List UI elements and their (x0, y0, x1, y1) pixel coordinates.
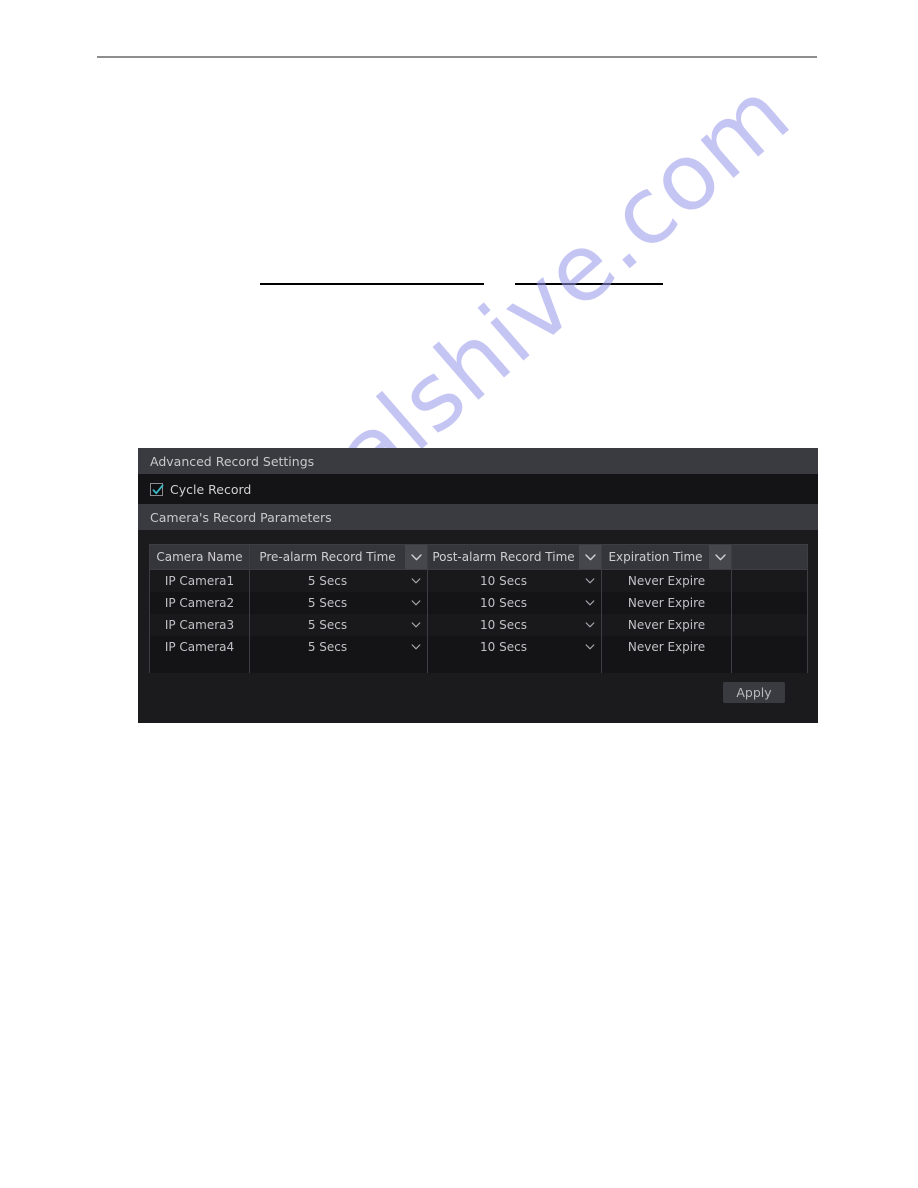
chevron-down-icon (714, 553, 726, 560)
post-alarm-header-dropdown-button[interactable] (579, 545, 601, 569)
column-header-pre-alarm-record-time: Pre-alarm Record Time (249, 544, 428, 570)
cell-spacer (731, 569, 808, 592)
cell-post-alarm[interactable]: 10 Secs (427, 592, 602, 614)
apply-button[interactable]: Apply (723, 682, 785, 703)
chevron-down-icon (411, 644, 421, 650)
table-row: IP Camera3 5 Secs 10 Secs Never Expire (149, 614, 808, 636)
pre-alarm-row-dropdown-button[interactable] (405, 622, 427, 628)
redaction-underline-2 (515, 283, 663, 285)
post-alarm-row-dropdown-button[interactable] (579, 600, 601, 606)
dialog-footer: Apply (138, 673, 818, 723)
expiration-header-dropdown-button[interactable] (709, 545, 731, 569)
table-row: IP Camera2 5 Secs 10 Secs Never Expire (149, 592, 808, 614)
camera-record-parameters-bar: Camera's Record Parameters (138, 504, 818, 530)
chevron-down-icon (585, 622, 595, 628)
cell-camera-name: IP Camera4 (149, 636, 250, 658)
cell-spacer (731, 592, 808, 614)
cell-post-alarm[interactable]: 10 Secs (427, 569, 602, 592)
cell-post-alarm-value: 10 Secs (480, 596, 527, 610)
camera-parameters-table: Camera Name Pre-alarm Record Time Post-a… (149, 544, 808, 679)
column-header-camera-name: Camera Name (149, 544, 250, 570)
chevron-down-icon (411, 600, 421, 606)
document-page: manualshive.com Advanced Record Settings… (0, 0, 918, 1188)
cell-pre-alarm-value: 5 Secs (307, 640, 348, 654)
cell-pre-alarm-value: 5 Secs (307, 574, 348, 588)
chevron-down-icon (411, 622, 421, 628)
chevron-down-icon (585, 600, 595, 606)
cell-expiration[interactable]: Never Expire (601, 592, 732, 614)
redaction-underline-1 (260, 283, 484, 285)
checkmark-icon (152, 484, 164, 494)
chevron-down-icon (585, 578, 595, 584)
cell-expiration[interactable]: Never Expire (601, 636, 732, 658)
cell-expiration[interactable]: Never Expire (601, 569, 732, 592)
cell-post-alarm[interactable]: 10 Secs (427, 614, 602, 636)
table-header-row: Camera Name Pre-alarm Record Time Post-a… (149, 544, 808, 570)
post-alarm-row-dropdown-button[interactable] (579, 578, 601, 584)
advanced-record-settings-dialog: Advanced Record Settings Cycle Record Ca… (138, 448, 818, 723)
post-alarm-row-dropdown-button[interactable] (579, 622, 601, 628)
column-header-expiration-time: Expiration Time (601, 544, 732, 570)
pre-alarm-row-dropdown-button[interactable] (405, 578, 427, 584)
cell-spacer (731, 636, 808, 658)
cycle-record-label: Cycle Record (170, 481, 252, 497)
cell-post-alarm-value: 10 Secs (480, 574, 527, 588)
table-body: IP Camera1 5 Secs 10 Secs Never Expire I… (149, 569, 808, 679)
cell-camera-name: IP Camera1 (149, 569, 250, 592)
chevron-down-icon (584, 553, 596, 560)
cell-pre-alarm-value: 5 Secs (307, 618, 348, 632)
cell-post-alarm[interactable]: 10 Secs (427, 636, 602, 658)
cell-post-alarm-value: 10 Secs (480, 640, 527, 654)
pre-alarm-header-dropdown-button[interactable] (405, 545, 427, 569)
cell-expiration[interactable]: Never Expire (601, 614, 732, 636)
dialog-title: Advanced Record Settings (150, 453, 315, 469)
camera-parameters-table-wrap: Camera Name Pre-alarm Record Time Post-a… (149, 544, 808, 679)
table-row: IP Camera4 5 Secs 10 Secs Never Expire (149, 636, 808, 658)
column-header-post-alarm-record-time: Post-alarm Record Time (427, 544, 602, 570)
chevron-down-icon (410, 553, 422, 560)
cell-camera-name: IP Camera2 (149, 592, 250, 614)
table-row: IP Camera1 5 Secs 10 Secs Never Expire (149, 569, 808, 592)
chevron-down-icon (585, 644, 595, 650)
column-header-post-alarm-label: Post-alarm Record Time (432, 550, 575, 564)
pre-alarm-row-dropdown-button[interactable] (405, 644, 427, 650)
column-header-camera-name-label: Camera Name (156, 550, 243, 564)
cell-pre-alarm-value: 5 Secs (307, 596, 348, 610)
cell-pre-alarm[interactable]: 5 Secs (249, 636, 428, 658)
pre-alarm-row-dropdown-button[interactable] (405, 600, 427, 606)
table-header: Camera Name Pre-alarm Record Time Post-a… (149, 544, 808, 570)
cell-pre-alarm[interactable]: 5 Secs (249, 569, 428, 592)
cycle-record-row[interactable]: Cycle Record (138, 474, 818, 504)
section-title: Camera's Record Parameters (150, 509, 332, 525)
column-header-expiration-label: Expiration Time (608, 550, 703, 564)
column-header-spacer (731, 544, 808, 570)
post-alarm-row-dropdown-button[interactable] (579, 644, 601, 650)
dialog-title-bar: Advanced Record Settings (138, 448, 818, 474)
cell-spacer (731, 614, 808, 636)
column-header-pre-alarm-label: Pre-alarm Record Time (259, 550, 396, 564)
cycle-record-checkbox[interactable] (150, 482, 164, 496)
cell-camera-name: IP Camera3 (149, 614, 250, 636)
cell-post-alarm-value: 10 Secs (480, 618, 527, 632)
cell-pre-alarm[interactable]: 5 Secs (249, 592, 428, 614)
chevron-down-icon (411, 578, 421, 584)
page-header-rule (97, 56, 817, 58)
cell-pre-alarm[interactable]: 5 Secs (249, 614, 428, 636)
